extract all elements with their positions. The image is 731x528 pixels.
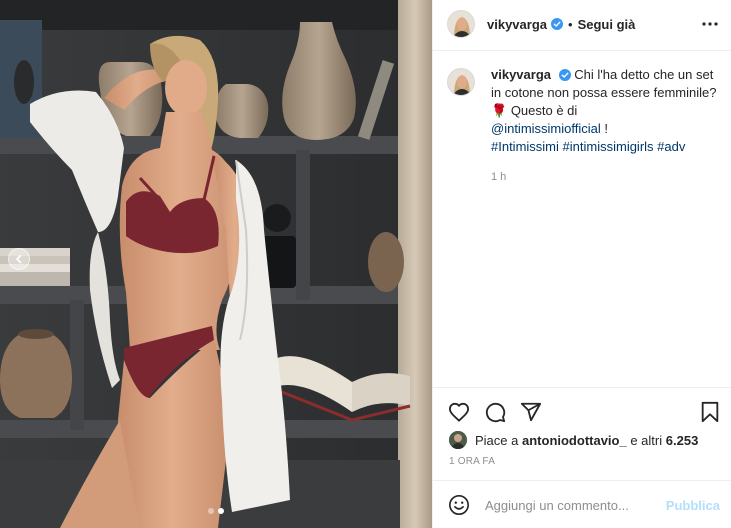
- post-timestamp[interactable]: 1 ORA FA: [449, 456, 495, 467]
- caption-timestamp[interactable]: 1 h: [491, 168, 722, 186]
- photo-illustration: [0, 0, 432, 528]
- bookmark-icon: [701, 401, 719, 423]
- more-options-button[interactable]: [698, 12, 722, 36]
- header-username[interactable]: vikyvarga: [487, 17, 547, 32]
- post-sidebar: vikyvarga • Segui già vikyvarga Chi l'ha…: [432, 0, 731, 528]
- instagram-post-modal: vikyvarga • Segui già vikyvarga Chi l'ha…: [0, 0, 731, 528]
- comment-composer: Pubblica: [433, 482, 731, 528]
- carousel-indicator: [0, 508, 432, 514]
- carousel-prev-button[interactable]: [8, 248, 30, 270]
- avatar-image: [449, 431, 467, 449]
- verified-badge-icon: [558, 69, 571, 81]
- emoji-icon: [449, 495, 469, 515]
- rose-emoji: 🌹: [491, 103, 508, 118]
- avatar-image: [448, 11, 474, 37]
- comment-divider: [433, 480, 731, 481]
- comment-input[interactable]: [485, 497, 666, 513]
- likes-count[interactable]: 6.253: [666, 433, 699, 448]
- mention-link[interactable]: @intimissimiofficial: [491, 121, 601, 136]
- caption-body: vikyvarga Chi l'ha detto che un set in c…: [491, 66, 722, 186]
- header-divider: [433, 50, 731, 51]
- post-caption: vikyvarga Chi l'ha detto che un set in c…: [447, 66, 722, 186]
- carousel-dot: [218, 508, 224, 514]
- like-button[interactable]: [445, 398, 473, 426]
- avatar-image: [448, 69, 474, 95]
- post-header: vikyvarga • Segui già: [433, 0, 731, 48]
- following-button[interactable]: Segui già: [578, 17, 636, 32]
- comment-button[interactable]: [481, 398, 509, 426]
- hashtag-link[interactable]: #Intimissimi: [491, 139, 559, 154]
- caption-line-2: Questo è di: [510, 103, 578, 118]
- post-photo[interactable]: [0, 0, 432, 528]
- save-button[interactable]: [696, 398, 724, 426]
- carousel-dot: [208, 508, 214, 514]
- caption-username[interactable]: vikyvarga: [491, 67, 551, 82]
- emoji-button[interactable]: [447, 493, 471, 517]
- likes-summary: Piace a antoniodottavio_ e altri 6.253: [449, 430, 698, 450]
- likes-suffix: e altri: [630, 432, 663, 448]
- header-separator: •: [568, 16, 573, 32]
- verified-badge-icon: [551, 18, 563, 30]
- likes-prefix: Piace a: [475, 432, 519, 448]
- action-bar: [433, 392, 731, 432]
- more-horizontal-icon: [702, 22, 718, 26]
- share-button[interactable]: [517, 398, 545, 426]
- liker-avatar[interactable]: [449, 431, 467, 449]
- hashtag-link[interactable]: #adv: [657, 139, 685, 154]
- caption-avatar[interactable]: [447, 68, 475, 96]
- publish-button[interactable]: Pubblica: [666, 498, 720, 513]
- comment-icon: [485, 402, 506, 423]
- mention-suffix: !: [604, 121, 609, 136]
- caption-text: vikyvarga Chi l'ha detto che un set in c…: [491, 66, 722, 156]
- actions-divider: [433, 387, 731, 388]
- liker-username[interactable]: antoniodottavio_: [522, 433, 627, 448]
- hashtag-link[interactable]: #intimissimigirls: [563, 139, 654, 154]
- avatar[interactable]: [447, 10, 475, 38]
- share-icon: [520, 402, 542, 422]
- heart-icon: [448, 402, 470, 422]
- chevron-left-icon: [16, 254, 22, 264]
